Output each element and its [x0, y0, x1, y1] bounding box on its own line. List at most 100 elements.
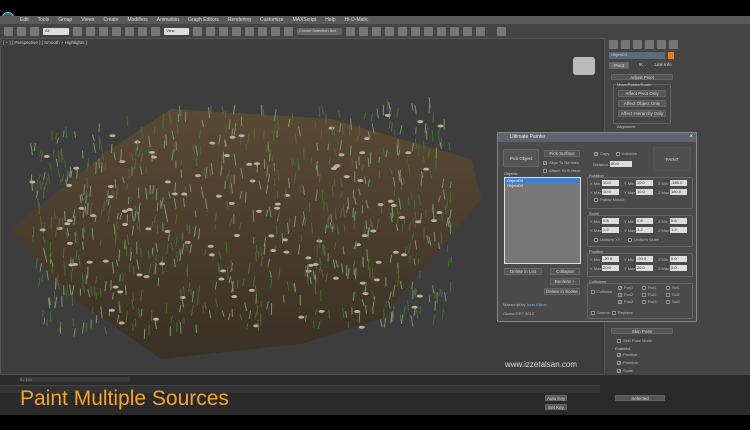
key-mode-dropdown[interactable]: Selected: [615, 395, 665, 401]
utilities-tab-icon[interactable]: [669, 40, 678, 49]
viewcube-icon[interactable]: [573, 57, 595, 75]
menu-item[interactable]: Group: [58, 17, 72, 23]
attach-surface-checkbox[interactable]: Attach To Surface: [543, 168, 581, 173]
menu-item[interactable]: Graph Editors: [188, 17, 219, 23]
replace-checkbox[interactable]: Replace: [612, 310, 633, 315]
object-color-swatch[interactable]: [668, 52, 674, 59]
objects-list[interactable]: Object03 Object04: [504, 177, 581, 264]
close-icon[interactable]: ×: [689, 134, 693, 140]
auto-key-button[interactable]: Auto Key: [545, 395, 567, 401]
keyboard-shortcut-icon[interactable]: [219, 26, 228, 36]
scale-icon[interactable]: [151, 26, 160, 36]
curve-editor-icon[interactable]: [398, 26, 407, 36]
pick-object-button[interactable]: Pick Object: [503, 149, 539, 167]
menu-item[interactable]: MAXScript: [293, 17, 317, 23]
motion-tab-icon[interactable]: [645, 40, 654, 49]
collision-option-checkbox[interactable]: ✓ Pos3: [618, 299, 633, 304]
bind-icon[interactable]: [30, 26, 39, 36]
position-spinner[interactable]: 0.0: [670, 265, 687, 271]
collision-option-checkbox[interactable]: Scl2: [666, 292, 680, 297]
rect-region-icon[interactable]: [99, 26, 108, 36]
scale-spinner[interactable]: 1.2: [636, 227, 653, 233]
menu-item[interactable]: Modifiers: [127, 17, 147, 23]
delete-in-scene-button[interactable]: Delete in Scene: [544, 288, 580, 295]
move-icon[interactable]: [125, 26, 134, 36]
render-frame-icon[interactable]: [450, 26, 459, 36]
ref-coord-dropdown[interactable]: View: [164, 27, 189, 35]
named-selection-dropdown[interactable]: Create Selection Set: [297, 27, 342, 35]
author-link[interactable]: Izzet Altinel: [527, 302, 547, 307]
menu-item[interactable]: Tools: [38, 17, 50, 23]
position-spinner[interactable]: -20.0: [636, 256, 653, 262]
rollout-adjust-pivot[interactable]: Adjust Pivot: [611, 74, 673, 80]
snap-icon[interactable]: [232, 26, 241, 36]
viewport-label[interactable]: [ + ] [ Perspective ] [ Smooth + Highlig…: [3, 40, 87, 45]
collision-option-checkbox[interactable]: Scl3: [666, 299, 680, 304]
material-editor-icon[interactable]: [424, 26, 433, 36]
manipulate-icon[interactable]: [206, 26, 215, 36]
delete-in-list-button[interactable]: Delete in List: [504, 268, 542, 275]
pick-surface-button[interactable]: Pick Surface: [544, 150, 580, 157]
menu-item[interactable]: Hi-O-Matic: [345, 17, 369, 23]
schematic-icon[interactable]: [411, 26, 420, 36]
scale-spinner[interactable]: 0.8: [670, 218, 687, 224]
collision-option-checkbox[interactable]: ✓ Pos2: [618, 292, 633, 297]
render-teapot-icon[interactable]: [476, 26, 485, 36]
render-icon[interactable]: [463, 26, 472, 36]
menu-item[interactable]: Customize: [260, 17, 284, 23]
hierarchy-tab-icon[interactable]: [633, 40, 642, 49]
affect-pivot-button[interactable]: Affect Pivot Only: [618, 90, 666, 97]
position-spinner[interactable]: 20.0: [636, 265, 653, 271]
collapse-button[interactable]: Collapse: [550, 268, 580, 275]
list-item[interactable]: Object04: [505, 183, 580, 188]
rotation-spinner[interactable]: 10.0: [602, 180, 619, 186]
collision-option-checkbox[interactable]: Rot2: [642, 292, 656, 297]
select-icon[interactable]: [73, 26, 82, 36]
affect-object-button[interactable]: Affect Object Only: [618, 100, 666, 107]
menu-item[interactable]: Create: [103, 17, 118, 23]
copy-checkbox[interactable]: ✓ Copy: [594, 151, 609, 156]
rotate-icon[interactable]: [138, 26, 147, 36]
menu-item[interactable]: Animation: [157, 17, 179, 23]
source-checkbox[interactable]: Source: [591, 310, 610, 315]
mirror-icon[interactable]: [346, 26, 355, 36]
uniform-scale-checkbox[interactable]: Uniform Scale: [628, 237, 659, 242]
distance-spinner[interactable]: 50.0: [610, 161, 632, 167]
menu-item[interactable]: Rendering: [228, 17, 251, 23]
boolean-button[interactable]: Boolean +: [550, 278, 580, 285]
pivot-icon[interactable]: [193, 26, 202, 36]
rotation-spinner[interactable]: 10.0: [636, 189, 653, 195]
time-slider[interactable]: 0 / 100: [20, 377, 130, 382]
collision-checkbox[interactable]: Collision: [591, 289, 612, 294]
position-spinner[interactable]: 0.0: [670, 256, 687, 262]
collision-option-checkbox[interactable]: Rot1: [642, 285, 656, 290]
scale-spinner[interactable]: 0.8: [602, 218, 619, 224]
scale-spinner[interactable]: 1.2: [670, 227, 687, 233]
selection-filter-dropdown[interactable]: All: [43, 27, 69, 35]
position-checkbox[interactable]: ✓ Position: [617, 352, 637, 357]
affect-hierarchy-button[interactable]: Affect Hierarchy Only: [618, 110, 666, 117]
rotation-spinner[interactable]: 10.0: [636, 180, 653, 186]
angle-snap-icon[interactable]: [245, 26, 254, 36]
uniform-xy-checkbox[interactable]: Uniform XY: [594, 237, 620, 242]
position-spinner[interactable]: 20.0: [602, 265, 619, 271]
create-tab-icon[interactable]: [609, 40, 618, 49]
select-by-name-icon[interactable]: [86, 26, 95, 36]
modify-tab-icon[interactable]: [621, 40, 630, 49]
rotation-spinner[interactable]: 10.0: [602, 189, 619, 195]
object-name-field[interactable]: Object04: [609, 52, 665, 59]
scale-spinner[interactable]: 1.2: [602, 227, 619, 233]
edit-named-selection-icon[interactable]: [284, 26, 293, 36]
tab-ik[interactable]: IK: [631, 62, 651, 69]
align-normals-checkbox[interactable]: ✓ Align To Normals: [543, 160, 579, 165]
rotation-spinner[interactable]: -180.0: [670, 180, 687, 186]
position-spinner[interactable]: -20.0: [602, 256, 619, 262]
graphite-icon[interactable]: [385, 26, 394, 36]
render-setup-icon[interactable]: [437, 26, 446, 36]
extra-tool-icon[interactable]: [497, 26, 506, 36]
menu-item[interactable]: Help: [325, 17, 335, 23]
collision-option-checkbox[interactable]: ✓ Pos1: [618, 285, 633, 290]
unlink-icon[interactable]: [17, 26, 26, 36]
menu-item[interactable]: Edit: [20, 17, 29, 23]
collision-option-checkbox[interactable]: Scl1: [666, 285, 680, 290]
